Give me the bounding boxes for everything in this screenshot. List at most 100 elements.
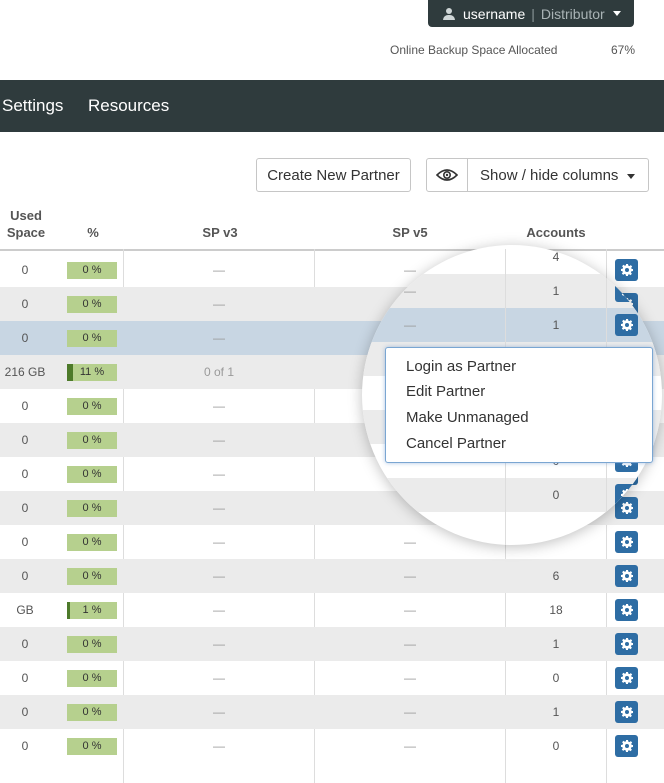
percent-value: 0 % bbox=[82, 706, 102, 718]
sp-v5-cell: — bbox=[404, 637, 416, 651]
percent-value: 0 % bbox=[82, 536, 102, 548]
partner-actions-menu: Login as Partner Edit Partner Make Unman… bbox=[385, 347, 653, 463]
sp-v5-cell: — bbox=[404, 739, 416, 753]
menu-item-edit-partner[interactable]: Edit Partner bbox=[406, 383, 485, 400]
table-row: 0 0 % — — 0 bbox=[0, 661, 664, 695]
gear-icon[interactable] bbox=[615, 633, 638, 655]
user-role: Distributor bbox=[540, 5, 605, 22]
gear-icon[interactable] bbox=[615, 314, 638, 336]
accounts-cell: 4 bbox=[552, 250, 560, 264]
percent-bar: 0 % bbox=[67, 636, 117, 653]
table-row: 0 0 % — — 0 bbox=[0, 729, 664, 763]
percent-value: 0 % bbox=[82, 570, 102, 582]
gear-icon[interactable] bbox=[615, 246, 638, 268]
menu-item-make-unmanaged[interactable]: Make Unmanaged bbox=[406, 409, 529, 426]
header-accounts[interactable]: Accounts bbox=[516, 225, 596, 240]
percent-bar: 0 % bbox=[67, 262, 117, 279]
percent-value: 0 % bbox=[82, 502, 102, 514]
user-menu-button[interactable]: username | Distributor bbox=[428, 0, 634, 27]
header-sp-v5[interactable]: SP v5 bbox=[380, 225, 440, 240]
percent-value: 11 % bbox=[79, 366, 105, 378]
table-row: 00 %——4 bbox=[362, 245, 662, 274]
used-space-cell: 0 bbox=[21, 433, 29, 447]
accounts-cell: 6 bbox=[552, 569, 560, 583]
percent-value: 0 % bbox=[82, 264, 102, 276]
sp-v5-cell: — bbox=[404, 603, 416, 617]
accounts-cell: 1 bbox=[552, 705, 560, 719]
sp-v3-cell: 0 of 1 bbox=[203, 365, 235, 379]
role-separator: | bbox=[531, 5, 535, 22]
gear-icon[interactable] bbox=[615, 518, 638, 540]
gear-icon[interactable] bbox=[615, 280, 638, 302]
sp-v3-cell: — bbox=[213, 399, 225, 413]
used-space-cell: 0 bbox=[21, 535, 29, 549]
sp-v5-cell bbox=[362, 478, 505, 512]
menu-item-cancel-partner[interactable]: Cancel Partner bbox=[406, 435, 506, 452]
table-row: 00 %—0 bbox=[362, 478, 662, 512]
header-space[interactable]: Space bbox=[6, 225, 46, 240]
used-space-cell: 0 bbox=[21, 739, 29, 753]
accounts-cell bbox=[506, 512, 606, 545]
user-icon bbox=[443, 8, 455, 20]
sp-v5-cell: — bbox=[404, 671, 416, 685]
eye-icon bbox=[427, 159, 468, 191]
percent-bar: 0 % bbox=[67, 738, 117, 755]
table-row: 00 %——1 bbox=[0, 695, 664, 729]
sp-v3-cell: — bbox=[213, 331, 225, 345]
sp-v5-cell: — bbox=[404, 250, 416, 264]
percent-bar: 0 % bbox=[67, 432, 117, 449]
used-space-cell: 0 bbox=[21, 297, 29, 311]
sp-v3-cell: — bbox=[213, 467, 225, 481]
sp-v3-cell: — bbox=[213, 535, 225, 549]
sp-v3-cell: — bbox=[213, 569, 225, 583]
sp-v3-cell: — bbox=[213, 637, 225, 651]
percent-value: 0 % bbox=[82, 638, 102, 650]
nav-item-settings[interactable]: Settings bbox=[2, 96, 63, 116]
percent-bar: 0 % bbox=[67, 534, 117, 551]
caret-down-icon bbox=[613, 11, 621, 16]
table-row: 00 %——1 bbox=[362, 274, 662, 308]
percent-bar: 0 % bbox=[67, 398, 117, 415]
header-sp-v3[interactable]: SP v3 bbox=[190, 225, 250, 240]
sp-v3-cell: — bbox=[213, 501, 225, 515]
table-row: 00 %——1 bbox=[362, 308, 662, 342]
used-space-cell: 0 bbox=[21, 331, 29, 345]
percent-bar: 0 % bbox=[67, 500, 117, 517]
percent-bar-fill bbox=[67, 602, 70, 619]
accounts-cell: 1 bbox=[552, 318, 560, 332]
gear-icon[interactable] bbox=[615, 701, 638, 723]
gear-icon[interactable] bbox=[615, 735, 638, 757]
header-percent[interactable]: % bbox=[73, 225, 113, 240]
percent-bar: 0 % bbox=[67, 466, 117, 483]
percent-bar: 0 % bbox=[67, 704, 117, 721]
sp-v5-cell: — bbox=[404, 569, 416, 583]
backup-label: Online Backup Space Allocated bbox=[390, 43, 558, 57]
show-hide-columns-button[interactable]: Show / hide columns bbox=[426, 158, 649, 192]
sp-v3-cell: — bbox=[213, 263, 225, 277]
used-space-cell: GB bbox=[16, 603, 34, 617]
used-space-cell: 0 bbox=[21, 569, 29, 583]
percent-value: 0 % bbox=[82, 468, 102, 480]
sp-v5-cell: — bbox=[404, 522, 416, 536]
create-new-partner-button[interactable]: Create New Partner bbox=[256, 158, 411, 192]
gear-icon[interactable] bbox=[615, 599, 638, 621]
gear-icon[interactable] bbox=[615, 484, 638, 506]
percent-value: 1 % bbox=[82, 604, 102, 616]
table-row: GB 1 % — — 18 bbox=[0, 593, 664, 627]
used-space-cell: 0 bbox=[21, 399, 29, 413]
nav-item-resources[interactable]: Resources bbox=[88, 96, 169, 116]
gear-icon[interactable] bbox=[615, 565, 638, 587]
menu-item-login-as-partner[interactable]: Login as Partner bbox=[406, 358, 516, 375]
table-row: 00 %—— bbox=[362, 512, 662, 545]
percent-bar: 0 % bbox=[67, 296, 117, 313]
percent-value: 0 % bbox=[82, 434, 102, 446]
sp-v3-cell: — bbox=[213, 705, 225, 719]
percent-bar: 11 % bbox=[67, 364, 117, 381]
percent-value: 0 % bbox=[82, 332, 102, 344]
backup-allocation: Online Backup Space Allocated 67% bbox=[390, 43, 635, 85]
header-used[interactable]: Used bbox=[6, 208, 46, 223]
gear-icon[interactable] bbox=[615, 667, 638, 689]
sp-v3-cell: — bbox=[213, 603, 225, 617]
main-nav: Settings Resources bbox=[0, 80, 664, 132]
accounts-cell: 18 bbox=[549, 603, 563, 617]
